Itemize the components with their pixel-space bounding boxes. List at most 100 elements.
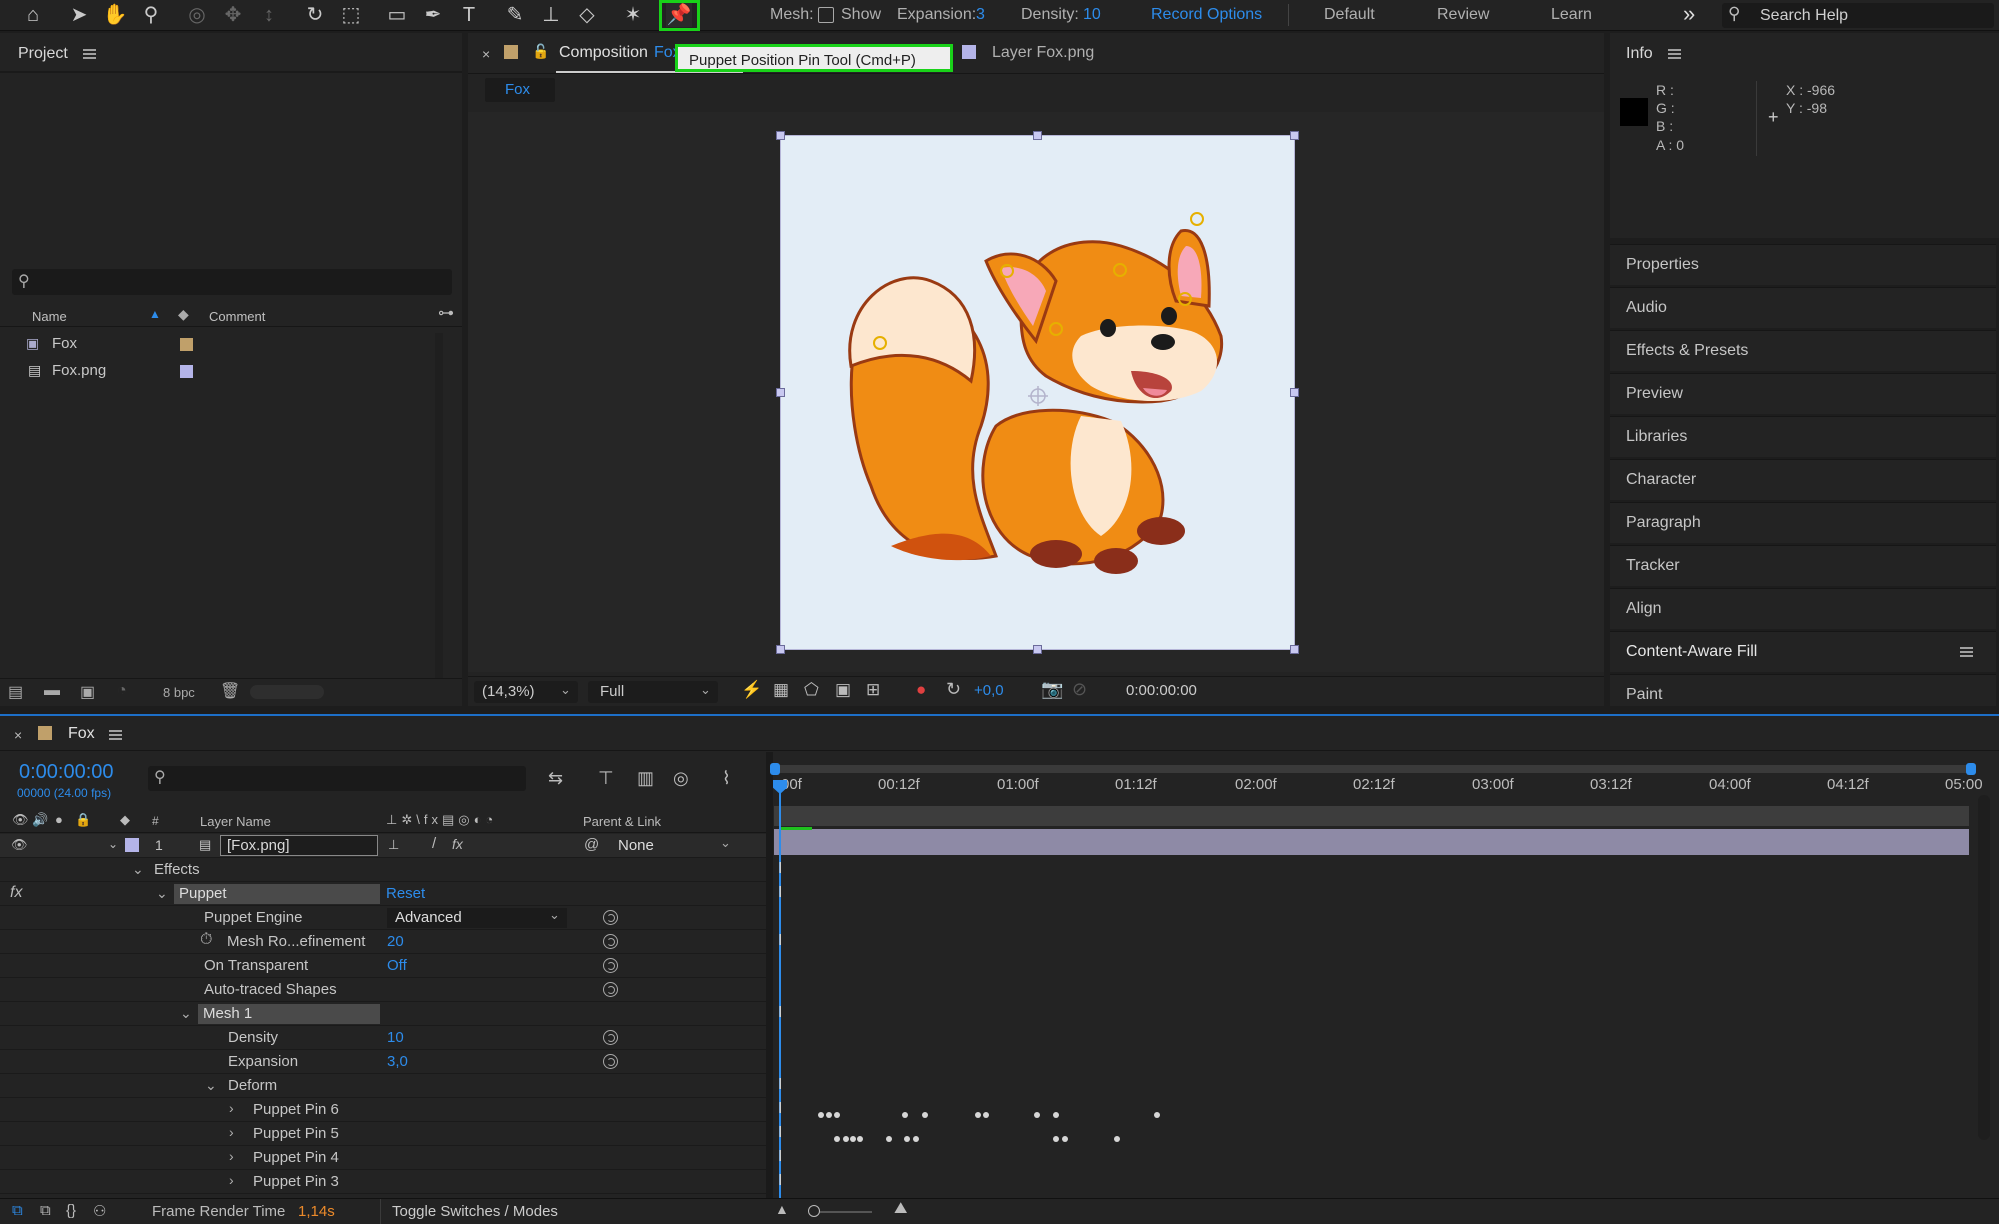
timeline-search-input[interactable]: ⚲ (148, 766, 526, 791)
puppet-reset-button[interactable]: Reset (386, 885, 425, 902)
flowchart-icon[interactable]: ⊶ (438, 303, 454, 323)
expression-spiral-icon[interactable] (603, 910, 618, 925)
effect-switch-icon[interactable]: fx (452, 836, 463, 852)
panel-paint[interactable]: Paint (1610, 674, 1996, 706)
motion-blur-icon[interactable]: ◎ (673, 768, 689, 789)
timeline-comp-tab[interactable]: Fox (68, 725, 95, 743)
work-area-bar[interactable] (772, 765, 1974, 773)
layer-name-column-header[interactable]: Layer Name (200, 814, 271, 829)
keyframe-marker[interactable]: I (778, 860, 784, 878)
chevron-right-icon[interactable]: › (229, 1100, 234, 1116)
selection-tool-icon[interactable]: ➤ (66, 3, 92, 27)
density-value[interactable]: 10 (1083, 6, 1101, 24)
transform-handle[interactable] (1290, 645, 1299, 654)
layer-name-field[interactable]: [Fox.png] (220, 835, 378, 856)
layer-duration-bar[interactable] (774, 829, 1969, 855)
puppet-pin-row[interactable]: › Puppet Pin 4 (0, 1146, 766, 1170)
layer-switches-icon[interactable]: ⧉ (12, 1202, 23, 1219)
comp-mini-flowchart-icon[interactable]: ⇆ (548, 768, 563, 789)
keyframe-dot[interactable] (983, 1112, 989, 1118)
mesh-refinement-value[interactable]: 20 (387, 933, 404, 950)
render-time-icon[interactable]: ⚇ (93, 1202, 106, 1220)
audio-toggle-icon[interactable]: 🔊 (32, 812, 48, 828)
layer-tab[interactable]: Layer Fox.png (992, 44, 1094, 62)
keyframe-marker[interactable]: I (778, 1076, 784, 1094)
keyframe-dot[interactable] (850, 1136, 856, 1142)
eye-icon[interactable]: 👁 (11, 837, 28, 853)
panel-libraries[interactable]: Libraries (1610, 416, 1996, 457)
keyframe-dot[interactable] (1114, 1136, 1120, 1142)
panel-preview[interactable]: Preview (1610, 373, 1996, 414)
roto-brush-tool-icon[interactable]: ✶ (620, 3, 646, 27)
close-tab-icon[interactable]: × (14, 727, 22, 743)
puppet-pin-row[interactable]: › Puppet Pin 6 (0, 1098, 766, 1122)
panel-align[interactable]: Align (1610, 588, 1996, 629)
exposure-value[interactable]: +0,0 (974, 682, 1004, 699)
chevron-right-icon[interactable]: › (229, 1148, 234, 1164)
project-search-input[interactable]: ⚲ (12, 269, 452, 295)
keyframe-dot[interactable] (1062, 1136, 1068, 1142)
project-scrollbar[interactable] (435, 333, 443, 703)
zoom-slider-handle[interactable] (808, 1205, 820, 1217)
transform-handle[interactable] (776, 388, 785, 397)
puppet-engine-dropdown[interactable]: Advanced ⌄ (387, 907, 567, 928)
keyframe-marker[interactable]: I (778, 1100, 784, 1118)
video-toggle-icon[interactable]: 👁 (12, 812, 29, 828)
resolution-dropdown[interactable]: Full ⌄ (588, 681, 718, 703)
keyframe-marker[interactable]: I (778, 1004, 784, 1022)
lock-icon[interactable]: 🔒 (75, 812, 91, 828)
show-mesh-checkbox[interactable] (818, 7, 834, 23)
workspace-review[interactable]: Review (1437, 6, 1489, 24)
anchor-tool-icon[interactable]: ⬚ (338, 3, 364, 27)
fast-previews-icon[interactable]: ⚡ (741, 680, 762, 700)
orbit-tool-icon[interactable]: ◎ (184, 3, 210, 27)
workspace-default[interactable]: Default (1324, 6, 1375, 24)
keyframe-dot[interactable] (843, 1136, 849, 1142)
region-of-interest-icon[interactable]: ▣ (835, 680, 851, 700)
keyframe-dot[interactable] (913, 1136, 919, 1142)
solo-icon[interactable]: ● (55, 812, 63, 827)
bpc-button[interactable]: 8 bpc (163, 685, 195, 700)
keyframe-dot[interactable] (886, 1136, 892, 1142)
project-item-fox-png[interactable]: ▤ Fox.png (0, 327, 440, 379)
keyframe-marker[interactable]: I (778, 1124, 784, 1142)
zoom-in-icon[interactable]: ⛰ (894, 1200, 907, 1218)
shy-switch-icon[interactable]: ⊥ (388, 837, 399, 853)
work-area-start-handle[interactable] (770, 763, 780, 775)
deform-row[interactable]: ⌄ Deform (0, 1074, 766, 1098)
close-tab-icon[interactable]: × (482, 46, 490, 62)
timeline-divider[interactable] (766, 752, 773, 1202)
home-icon[interactable]: ⌂ (20, 3, 46, 27)
info-menu-icon[interactable] (1668, 49, 1681, 59)
more-workspaces-icon[interactable]: » (1683, 1, 1695, 27)
keyframe-dot[interactable] (1053, 1136, 1059, 1142)
toggle-switches-modes-button[interactable]: Toggle Switches / Modes (392, 1203, 558, 1220)
panel-content-aware-fill[interactable]: Content-Aware Fill (1610, 631, 1996, 672)
label-tag-icon[interactable]: ◆ (120, 812, 130, 828)
brush-tool-icon[interactable]: ✎ (502, 3, 528, 27)
lock-icon[interactable]: 🔓 (532, 43, 549, 60)
zoom-slider-track[interactable] (812, 1211, 872, 1213)
transform-handle[interactable] (1290, 388, 1299, 397)
panel-effects-presets[interactable]: Effects & Presets (1610, 330, 1996, 371)
record-options-button[interactable]: Record Options (1151, 6, 1262, 24)
in-out-icon[interactable]: {} (66, 1202, 76, 1219)
mesh-1-row[interactable]: ⌄ Mesh 1 (0, 1002, 766, 1026)
keyframe-dot[interactable] (818, 1112, 824, 1118)
snapshot-icon[interactable]: 📷 (1041, 679, 1063, 700)
transform-handle[interactable] (1290, 131, 1299, 140)
frame-blending-icon[interactable]: ▥ (637, 768, 654, 789)
timeline-menu-icon[interactable] (109, 730, 122, 740)
rectangle-tool-icon[interactable]: ▭ (384, 3, 410, 27)
keyframe-dot[interactable] (857, 1136, 863, 1142)
layer-row-fox-png[interactable]: 👁 ⌄ 1 ▤ [Fox.png] ⊥ / fx @ None ⌄ (0, 834, 766, 858)
expression-spiral-icon[interactable] (603, 1054, 618, 1069)
time-navigator-bar[interactable] (774, 806, 1969, 826)
label-swatch[interactable] (180, 365, 193, 378)
stopwatch-icon[interactable]: ⏱ (200, 931, 212, 949)
density-value[interactable]: 10 (387, 1029, 404, 1046)
panel-properties[interactable]: Properties (1610, 244, 1996, 285)
zoom-tool-icon[interactable]: ⚲ (138, 3, 164, 27)
new-folder-icon[interactable]: ▬ (44, 682, 60, 700)
chevron-right-icon[interactable]: › (229, 1124, 234, 1140)
